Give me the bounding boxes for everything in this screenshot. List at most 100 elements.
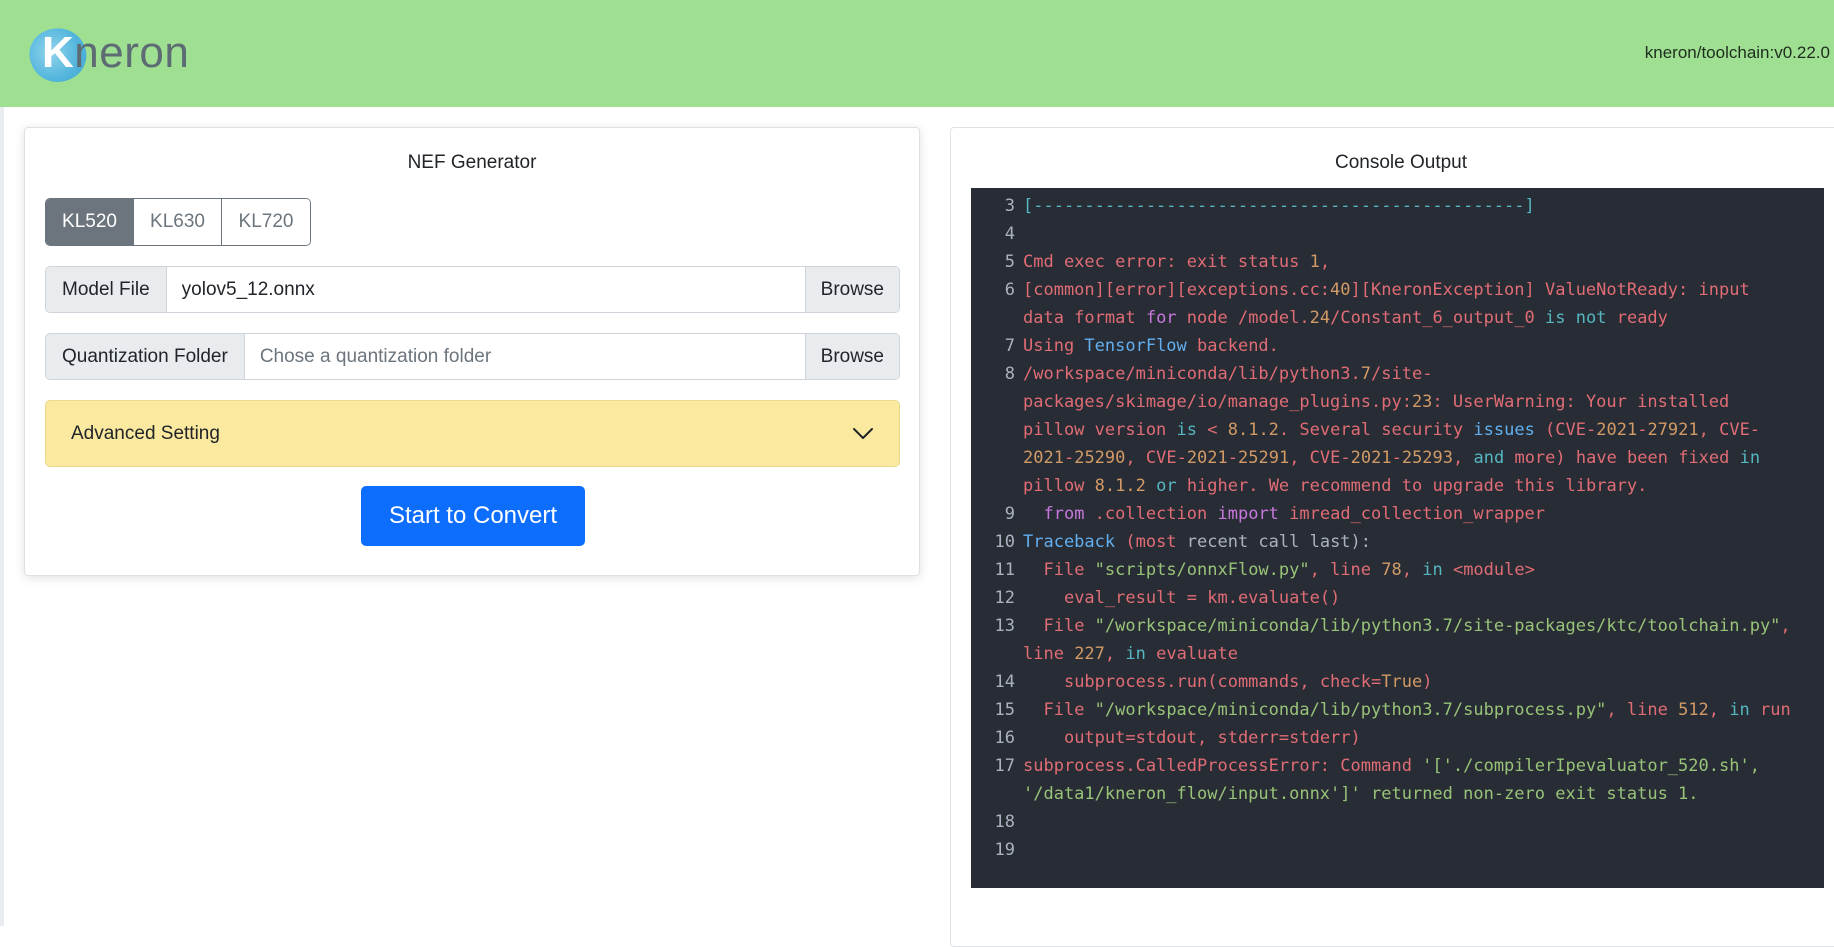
console-line: 19 xyxy=(971,836,1824,864)
console-token: subprocess.run(commands, check= xyxy=(1023,672,1382,692)
console-token: . Several security xyxy=(1278,420,1474,440)
console-line-text: Using TensorFlow backend. xyxy=(1023,332,1824,360)
console-token: subprocess.CalledProcessError: Command xyxy=(1023,756,1423,776)
advanced-setting-label: Advanced Setting xyxy=(71,423,220,444)
advanced-setting-accordion[interactable]: Advanced Setting xyxy=(45,400,900,467)
console-line: 5 Cmd exec error: exit status 1, xyxy=(971,248,1824,276)
console-token: Cmd exec error: exit status xyxy=(1023,252,1310,272)
console-line-text: subprocess.run(commands, check=True) xyxy=(1023,668,1824,696)
console-token: Traceback xyxy=(1023,532,1116,552)
console-token: 7 xyxy=(1360,364,1372,384)
logo-wordmark: Kneron xyxy=(42,28,189,78)
console-token: more) have been fixed xyxy=(1504,448,1740,468)
console-token: , line xyxy=(1309,560,1382,580)
console-token xyxy=(1361,784,1371,804)
console-token: issues xyxy=(1473,420,1535,440)
console-token: /Constant_6_output_0 xyxy=(1330,308,1546,328)
console-line-number: 16 xyxy=(994,728,1015,748)
console-line: 3 [--------------------------------------… xyxy=(971,192,1824,220)
start-convert-button[interactable]: Start to Convert xyxy=(361,486,585,546)
console-token: < xyxy=(1197,420,1228,440)
console-line-text: File "/workspace/miniconda/lib/python3.7… xyxy=(1023,696,1824,724)
console-line-number: 14 xyxy=(994,672,1015,692)
console-line-text: [common][error][exceptions.cc:40][Kneron… xyxy=(1023,276,1824,332)
console-line-text xyxy=(1023,808,1824,836)
console-token: [common][error][exceptions.cc: xyxy=(1023,280,1331,300)
chip-kl720[interactable]: KL720 xyxy=(222,199,310,245)
console-token: , CVE- xyxy=(1698,420,1761,440)
console-token: 25291 xyxy=(1238,448,1290,468)
chip-selector: KL520 KL630 KL720 xyxy=(45,198,311,246)
console-token: 512 xyxy=(1678,700,1709,720)
console-line: 14 subprocess.run(commands, check=True) xyxy=(971,668,1824,696)
console-token: File xyxy=(1023,560,1095,580)
console-token: import xyxy=(1217,504,1279,524)
model-file-input[interactable] xyxy=(166,267,805,312)
console-token: returned non-zero exit status 1. xyxy=(1371,784,1699,804)
console-token: 2021 xyxy=(1596,420,1638,440)
console-token: .collection xyxy=(1084,504,1218,524)
quantization-folder-group: Quantization Folder Browse xyxy=(45,333,900,380)
page-edge xyxy=(0,107,4,926)
console-token: "scripts/onnxFlow.py" xyxy=(1094,560,1310,580)
console-token: 25293 xyxy=(1401,448,1454,468)
console-output[interactable]: 3 [--------------------------------------… xyxy=(971,188,1824,888)
console-token: eval_result = km.evaluate() xyxy=(1023,588,1341,608)
kneron-logo[interactable]: Kneron xyxy=(22,20,200,90)
console-line-text xyxy=(1023,220,1824,248)
chevron-down-icon xyxy=(853,428,873,439)
console-token: and xyxy=(1473,448,1505,468)
console-line-text: subprocess.CalledProcessError: Command '… xyxy=(1023,752,1824,808)
console-token: run xyxy=(1749,700,1791,720)
console-token: TensorFlow xyxy=(1084,336,1187,356)
console-token: backend. xyxy=(1186,336,1279,356)
console-line-number: 7 xyxy=(1004,336,1015,356)
console-token: , CVE- xyxy=(1289,448,1351,468)
console-token: from xyxy=(1043,504,1085,524)
console-line-text: eval_result = km.evaluate() xyxy=(1023,584,1824,612)
console-line-text: Cmd exec error: exit status 1, xyxy=(1023,248,1824,276)
console-line-number: 8 xyxy=(1004,364,1015,384)
console-token: higher. We recommend to upgrade this lib… xyxy=(1176,476,1648,496)
console-token: recent call last): xyxy=(1186,532,1372,552)
model-file-label: Model File xyxy=(46,267,167,312)
console-output-title: Console Output xyxy=(1334,152,1468,173)
quantization-folder-input[interactable] xyxy=(244,334,805,379)
chip-kl630[interactable]: KL630 xyxy=(134,199,222,245)
console-token: output=stdout, stderr=stderr) xyxy=(1023,728,1361,748)
toolchain-version: kneron/toolchain:v0.22.0 xyxy=(1644,43,1830,62)
quantization-folder-browse-button[interactable]: Browse xyxy=(804,334,899,379)
console-line: 7 Using TensorFlow backend. xyxy=(971,332,1824,360)
console-token: , xyxy=(1708,700,1730,720)
console-line-text: output=stdout, stderr=stderr) xyxy=(1023,724,1824,752)
nef-generator-title: NEF Generator xyxy=(407,152,537,173)
model-file-browse-button[interactable]: Browse xyxy=(804,267,899,312)
chip-kl520[interactable]: KL520 xyxy=(46,199,134,245)
console-token: ready xyxy=(1606,308,1668,328)
console-token: , xyxy=(1401,560,1423,580)
console-token: 24 xyxy=(1309,308,1331,328)
console-token: is xyxy=(1545,308,1566,328)
console-token xyxy=(1023,504,1043,524)
console-token: File xyxy=(1023,616,1095,636)
console-token: Using xyxy=(1023,336,1085,356)
console-line: 11 File "scripts/onnxFlow.py", line 78, … xyxy=(971,556,1824,584)
console-token: or xyxy=(1156,476,1177,496)
console-token: File xyxy=(1023,700,1095,720)
console-token: 2021 xyxy=(1023,448,1064,468)
console-token xyxy=(1146,476,1156,496)
console-line: 13 File "/workspace/miniconda/lib/python… xyxy=(971,612,1824,668)
console-line-number: 10 xyxy=(994,532,1015,552)
console-token: 40 xyxy=(1330,280,1351,300)
console-token: <module> xyxy=(1442,560,1535,580)
console-token: 8.1.2 xyxy=(1227,420,1279,440)
console-line: 8/workspace/miniconda/lib/python3.7/site… xyxy=(971,360,1824,500)
console-token xyxy=(1566,308,1576,328)
console-token: 2021 xyxy=(1350,448,1392,468)
console-token: 25290 xyxy=(1074,448,1126,468)
console-line-number: 15 xyxy=(994,700,1015,720)
console-token: in xyxy=(1125,644,1146,664)
console-token: in xyxy=(1729,700,1750,720)
console-output-card: Console Output 3 [-----------------------… xyxy=(950,127,1834,947)
console-line: 9 from .collection import imread_collect… xyxy=(971,500,1824,528)
